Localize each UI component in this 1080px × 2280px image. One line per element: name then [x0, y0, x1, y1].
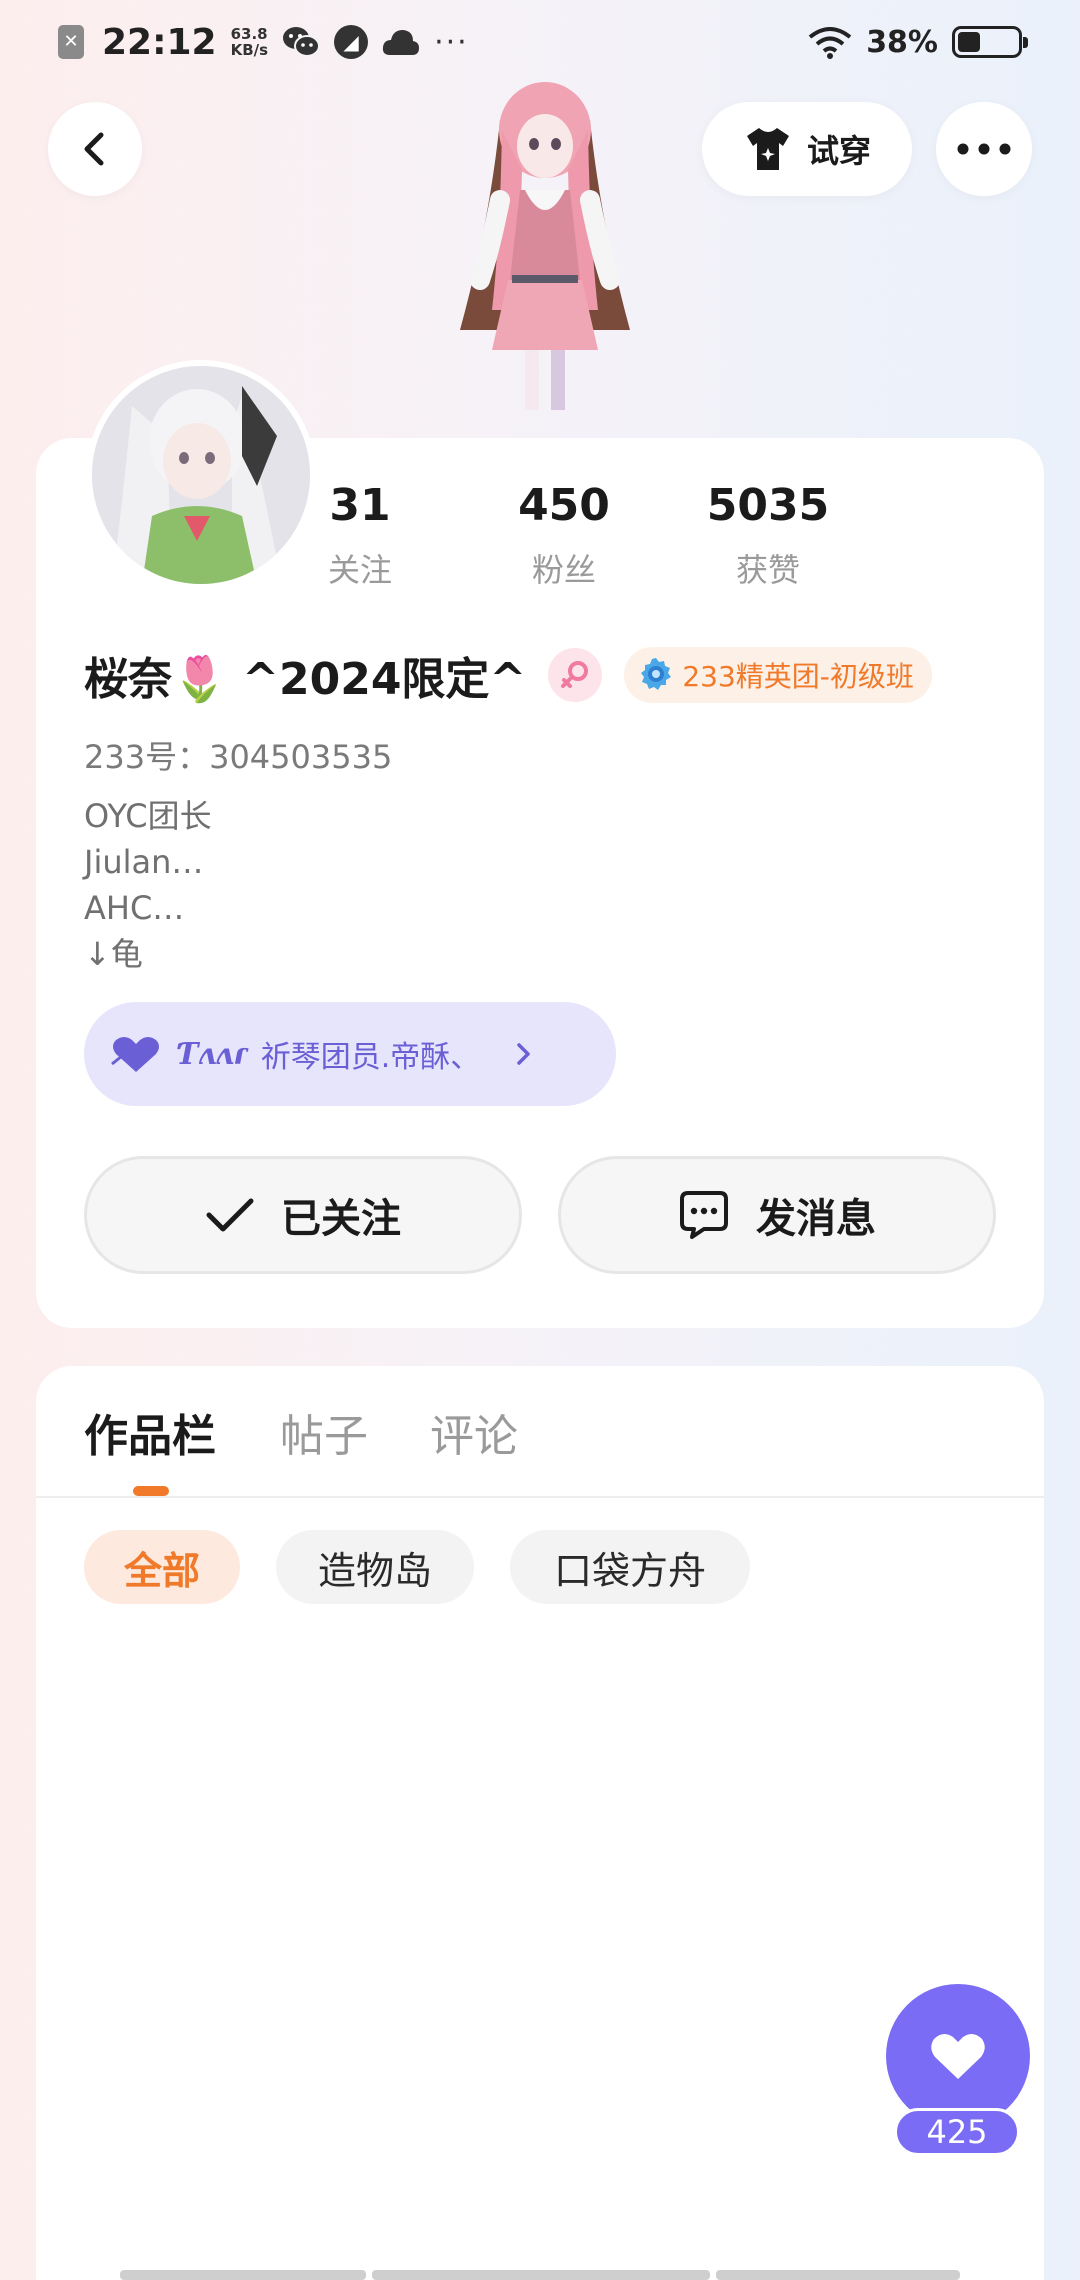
stat-label: 关注 — [327, 551, 392, 589]
bio-line: Jiulan… — [84, 843, 204, 881]
network-speed: 63.8 KB/s — [231, 26, 268, 58]
status-bar-right: 38% — [808, 24, 1028, 60]
heart-icon — [931, 2033, 985, 2079]
female-icon — [548, 648, 603, 702]
back-arrow-icon — [84, 132, 104, 166]
stat-followers[interactable]: 450 粉丝 — [484, 480, 644, 591]
tab-works[interactable]: 作品栏 — [84, 1400, 216, 1464]
checkmark-icon — [206, 1198, 254, 1232]
medal-icon — [641, 658, 672, 690]
tabs-divider — [36, 1496, 1044, 1498]
user-bio[interactable]: OYC团长 Jiulan… AHC… ↓龟 — [84, 793, 212, 977]
status-bar-left: ✕ 22:12 63.8 KB/s ◢ ··· — [58, 22, 469, 63]
like-count: 425 — [894, 2108, 1020, 2156]
more-dots-icon — [957, 143, 1011, 155]
group-badge-label: 233精英团-初级班 — [682, 660, 914, 693]
filter-chip-creation-island[interactable]: 造物岛 — [276, 1530, 474, 1604]
avatar-image — [92, 366, 310, 584]
wechat-icon — [283, 27, 321, 57]
content-peek-bar — [716, 2270, 960, 2280]
filter-chip-pocket-ark[interactable]: 口袋方舟 — [510, 1530, 750, 1604]
status-bar: ✕ 22:12 63.8 KB/s ◢ ··· 38% — [0, 0, 1080, 84]
send-message-label: 发消息 — [756, 1196, 876, 1242]
notification-x-icon: ✕ — [58, 25, 84, 59]
fan-group-signature: Ƭʌʌɾ — [176, 1036, 247, 1072]
more-dots-icon: ··· — [434, 24, 469, 60]
content-peek-bar — [372, 2270, 710, 2280]
status-time: 22:12 — [102, 21, 217, 63]
fan-group-banner[interactable]: Ƭʌʌɾ 祈琴团员.帝酥、 — [84, 1002, 616, 1106]
stat-value: 450 — [518, 480, 610, 531]
bio-line: OYC团长 — [84, 797, 212, 835]
tab-posts[interactable]: 帖子 — [280, 1400, 368, 1464]
group-badge[interactable]: 233精英团-初级班 — [624, 647, 932, 703]
back-button[interactable] — [48, 102, 142, 196]
works-card — [36, 1366, 1044, 2280]
user-id[interactable]: 233号：304503535 — [84, 732, 392, 778]
fan-group-label: 祈琴团员.帝酥、 — [260, 1040, 481, 1075]
chat-bubble-icon — [680, 1191, 728, 1239]
stat-label: 获赞 — [735, 551, 800, 589]
compass-icon: ◢ — [334, 25, 369, 59]
try-on-label: 试穿 — [806, 132, 871, 170]
battery-icon — [952, 26, 1028, 58]
follow-button[interactable]: 已关注 — [84, 1156, 522, 1274]
network-speed-unit: KB/s — [230, 41, 269, 59]
wifi-icon — [808, 27, 852, 59]
cloud-icon — [382, 30, 420, 55]
character-3d-avatar[interactable] — [430, 80, 660, 440]
battery-percent: 38% — [866, 24, 938, 60]
try-on-button[interactable]: 试穿 — [702, 102, 912, 196]
tshirt-icon — [746, 128, 789, 170]
filter-chip-all[interactable]: 全部 — [84, 1530, 240, 1604]
stat-value: 5035 — [706, 480, 830, 531]
send-message-button[interactable]: 发消息 — [558, 1156, 996, 1274]
chevron-right-icon — [517, 1043, 531, 1065]
name-row: 桜奈🌷 ^2024限定^ 233精英团-初级班 — [84, 645, 932, 705]
heart-icon — [111, 1037, 159, 1072]
stat-label: 粉丝 — [531, 551, 596, 589]
follow-label: 已关注 — [281, 1196, 401, 1242]
stat-likes[interactable]: 5035 获赞 — [688, 480, 848, 591]
battery-level-fill — [958, 32, 981, 52]
tab-comments[interactable]: 评论 — [430, 1400, 518, 1464]
stat-value: 31 — [329, 480, 391, 531]
like-button[interactable] — [886, 1984, 1030, 2128]
active-tab-indicator — [133, 1486, 169, 1496]
more-options-button[interactable] — [936, 102, 1032, 196]
network-speed-value: 63.8 — [230, 25, 268, 43]
user-name: 桜奈🌷 ^2024限定^ — [84, 654, 527, 705]
stat-following[interactable]: 31 关注 — [280, 480, 440, 591]
bio-line: AHC… — [84, 889, 185, 927]
content-peek-bar — [120, 2270, 366, 2280]
bio-line: ↓龟 — [84, 935, 143, 973]
